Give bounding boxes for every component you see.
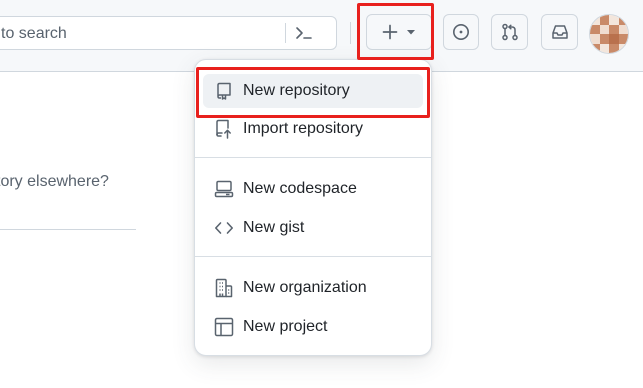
git-pull-request-icon (501, 23, 518, 41)
header-divider (350, 22, 351, 44)
menu-item-new-repository[interactable]: New repository (203, 74, 423, 108)
issue-opened-icon (453, 24, 469, 40)
command-palette-button[interactable] (291, 21, 317, 45)
menu-item-new-gist[interactable]: New gist (203, 211, 423, 245)
inbox-button[interactable] (541, 14, 578, 50)
search-divider (285, 23, 286, 43)
create-new-button[interactable] (366, 14, 432, 50)
menu-divider (195, 157, 431, 158)
menu-item-import-repository[interactable]: Import repository (203, 112, 423, 146)
search-input[interactable]: to search (0, 16, 337, 50)
menu-item-new-codespace[interactable]: New codespace (203, 172, 423, 206)
repo-push-icon (214, 119, 234, 139)
menu-divider (195, 256, 431, 257)
menu-item-label: New gist (243, 219, 305, 236)
menu-item-label: New codespace (243, 180, 357, 197)
table-icon (214, 317, 234, 337)
plus-icon (382, 24, 398, 40)
menu-item-label: Import repository (243, 120, 364, 137)
triangle-down-icon (407, 30, 415, 35)
issues-button[interactable] (443, 14, 479, 50)
repo-icon (214, 81, 234, 101)
search-placeholder: to search (1, 25, 67, 42)
menu-item-label: New project (243, 318, 328, 335)
user-avatar[interactable] (589, 14, 629, 54)
menu-item-new-project[interactable]: New project (203, 310, 423, 344)
codespaces-icon (214, 179, 234, 199)
inbox-icon (551, 25, 568, 39)
menu-item-label: New repository (243, 82, 350, 99)
code-icon (214, 218, 234, 238)
page-body-text: tory elsewhere? (0, 173, 109, 190)
page-divider (0, 229, 136, 230)
menu-item-new-organization[interactable]: New organization (203, 271, 423, 305)
menu-item-label: New organization (243, 279, 367, 296)
command-palette-icon (296, 27, 312, 39)
organization-icon (214, 278, 234, 298)
pull-requests-button[interactable] (491, 14, 528, 50)
create-new-menu: New repository Import repository New cod… (194, 59, 432, 356)
